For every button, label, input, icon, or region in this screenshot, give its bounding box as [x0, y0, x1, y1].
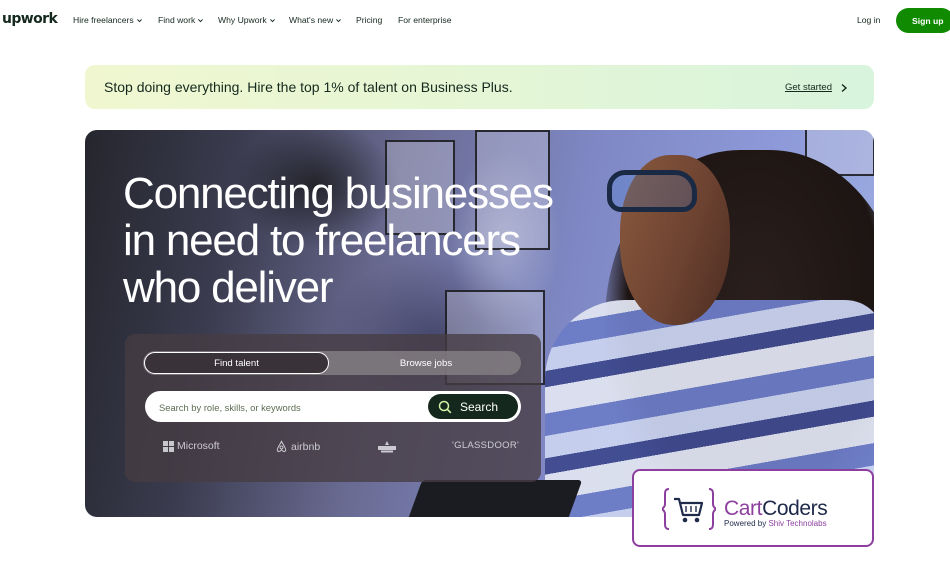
nav-for-enterprise[interactable]: For enterprise [398, 15, 452, 25]
keyboard [407, 480, 583, 517]
hero-section: Connecting businesses in need to freelan… [85, 130, 874, 517]
windows-icon [163, 440, 174, 452]
cart-icon [662, 488, 716, 530]
watermark-brand: CartCoders [724, 497, 828, 521]
nav-find-work[interactable]: Find work [158, 15, 204, 25]
microsoft-logo: Microsoft [163, 440, 220, 452]
nav-whats-new[interactable]: What's new [289, 15, 342, 25]
watermark-sub-prefix: Powered by [724, 519, 769, 528]
search-input[interactable] [159, 399, 409, 415]
nav-pricing-label: Pricing [356, 15, 383, 25]
promo-banner: Stop doing everything. Hire the top 1% o… [85, 65, 874, 109]
chevron-down-icon [336, 18, 342, 22]
search-button[interactable]: Search [428, 394, 518, 419]
nav-hire-freelancers-label: Hire freelancers [73, 15, 134, 25]
airbnb-icon [276, 440, 287, 452]
chevron-down-icon [198, 18, 204, 22]
hero-title-line: who deliver [123, 263, 334, 312]
hero-title: Connecting businesses in need to freelan… [123, 170, 643, 311]
upwork-logo[interactable]: upwork [2, 11, 58, 27]
watermark-sub-company: Shiv Technolabs [768, 519, 827, 528]
chevron-down-icon [269, 18, 275, 22]
search-box: Search [145, 391, 521, 422]
trusted-by-logos: Microsoft airbnb 'GLASSDOOR' [125, 440, 541, 460]
watermark-brand-part2: Coders [762, 497, 828, 520]
airbnb-label: airbnb [291, 440, 321, 453]
signup-button[interactable]: Sign up [896, 8, 950, 33]
glassdoor-label: 'GLASSDOOR' [452, 440, 520, 451]
watermark-brand-part1: Cart [724, 497, 763, 520]
promo-text: Stop doing everything. Hire the top 1% o… [104, 79, 513, 95]
search-panel: Find talent Browse jobs Search Microsoft [125, 334, 541, 482]
top-nav: upwork Hire freelancers Find work Why Up… [0, 0, 950, 40]
search-mode-toggle: Find talent Browse jobs [143, 351, 521, 375]
login-link[interactable]: Log in [857, 15, 880, 25]
get-started-link[interactable]: Get started [785, 82, 848, 93]
nav-why-upwork-label: Why Upwork [218, 15, 267, 25]
nav-find-work-label: Find work [158, 15, 196, 25]
cartcoders-watermark: CartCoders Powered by Shiv Technolabs [632, 469, 874, 547]
get-started-label: Get started [785, 82, 832, 93]
nav-for-enterprise-label: For enterprise [398, 15, 452, 25]
nav-pricing[interactable]: Pricing [356, 15, 382, 25]
search-button-label: Search [460, 399, 499, 414]
glassdoor-wordmark: GLASSDOOR [454, 440, 518, 451]
search-icon [438, 400, 452, 413]
bissell-emblem-icon [378, 441, 396, 453]
watermark-subtitle: Powered by Shiv Technolabs [724, 519, 827, 528]
hero-title-line: in need to freelancers [123, 216, 521, 265]
chevron-right-icon [841, 83, 848, 92]
chevron-down-icon [136, 18, 142, 22]
hero-title-line: Connecting businesses [123, 169, 554, 218]
glassdoor-logo: 'GLASSDOOR' [452, 440, 519, 451]
nav-why-upwork[interactable]: Why Upwork [218, 15, 276, 25]
microsoft-label: Microsoft [177, 440, 220, 452]
nav-whats-new-label: What's new [289, 15, 334, 25]
airbnb-logo: airbnb [275, 440, 320, 453]
nav-hire-freelancers[interactable]: Hire freelancers [73, 15, 143, 25]
bissell-logo [377, 440, 397, 454]
tab-find-talent[interactable]: Find talent [144, 352, 329, 374]
tab-browse-jobs[interactable]: Browse jobs [333, 352, 519, 374]
